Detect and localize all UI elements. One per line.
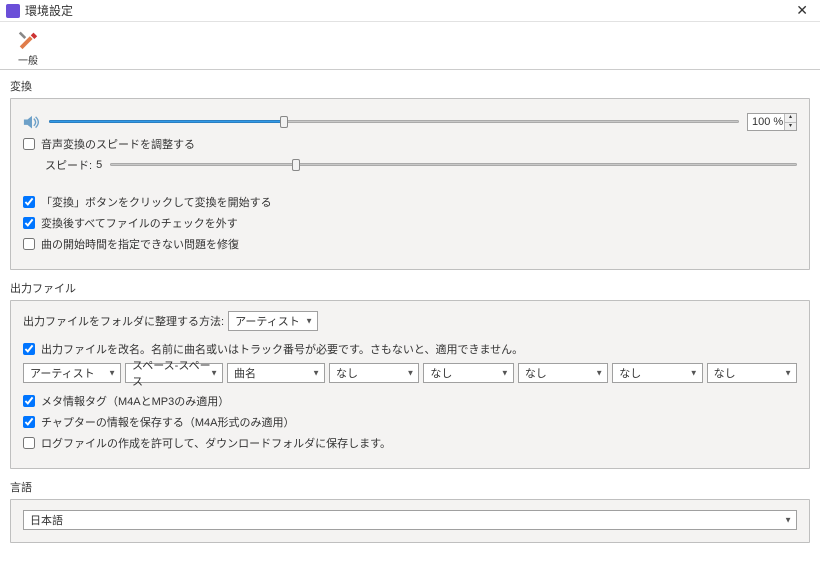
chevron-down-icon: ▼ bbox=[406, 369, 414, 378]
checkbox-meta-tag[interactable] bbox=[23, 395, 35, 407]
checkbox-rename[interactable] bbox=[23, 343, 35, 355]
window-title: 環境設定 bbox=[25, 2, 790, 19]
volume-slider[interactable] bbox=[49, 115, 739, 129]
select-organize[interactable]: アーティスト ▼ bbox=[228, 311, 318, 331]
label-meta-tag: メタ情報タグ（M4AとMP3のみ適用） bbox=[41, 393, 229, 409]
speed-value: 5 bbox=[96, 159, 102, 171]
label-start-on-click: 「変換」ボタンをクリックして変換を開始する bbox=[41, 194, 272, 210]
chevron-down-icon: ▼ bbox=[784, 369, 792, 378]
select-rename-part-7[interactable]: なし▼ bbox=[707, 363, 797, 383]
volume-spin-up[interactable]: ▴ bbox=[785, 114, 796, 123]
label-logfile: ログファイルの作成を許可して、ダウンロードフォルダに保存します。 bbox=[41, 435, 391, 451]
label-uncheck-after: 変換後すべてファイルのチェックを外す bbox=[41, 215, 238, 231]
titlebar: 環境設定 ✕ bbox=[0, 0, 820, 22]
select-language[interactable]: 日本語 ▼ bbox=[23, 510, 797, 530]
volume-spin-down[interactable]: ▾ bbox=[785, 123, 796, 131]
select-rename-part-6[interactable]: なし▼ bbox=[612, 363, 702, 383]
settings-icon bbox=[17, 28, 39, 50]
select-rename-part-2[interactable]: 曲名▼ bbox=[227, 363, 325, 383]
chevron-down-icon: ▼ bbox=[595, 369, 603, 378]
section-label-conversion: 変換 bbox=[10, 78, 810, 94]
label-speed: スピード: bbox=[45, 157, 92, 173]
select-rename-part-5[interactable]: なし▼ bbox=[518, 363, 608, 383]
chevron-down-icon: ▼ bbox=[690, 369, 698, 378]
section-label-output: 出力ファイル bbox=[10, 280, 810, 296]
volume-value: 100 % bbox=[752, 116, 783, 128]
label-fix-start-time: 曲の開始時間を指定できない問題を修復 bbox=[41, 236, 239, 252]
chevron-down-icon: ▼ bbox=[501, 369, 509, 378]
chevron-down-icon: ▼ bbox=[305, 317, 313, 326]
toolbar: 一般 bbox=[0, 22, 820, 70]
tab-general[interactable]: 一般 bbox=[8, 28, 48, 67]
select-rename-part-4[interactable]: なし▼ bbox=[423, 363, 513, 383]
chevron-down-icon: ▼ bbox=[312, 369, 320, 378]
volume-spinner[interactable]: 100 % ▴ ▾ bbox=[747, 113, 797, 131]
label-rename: 出力ファイルを改名。名前に曲名或いはトラック番号が必要です。さもないと、適用でき… bbox=[41, 341, 523, 357]
chevron-down-icon: ▼ bbox=[210, 369, 218, 378]
checkbox-adjust-speed[interactable] bbox=[23, 138, 35, 150]
section-label-language: 言語 bbox=[10, 479, 810, 495]
panel-output: 出力ファイルをフォルダに整理する方法: アーティスト ▼ 出力ファイルを改名。名… bbox=[10, 300, 810, 469]
panel-language: 日本語 ▼ bbox=[10, 499, 810, 543]
select-rename-part-1[interactable]: スペース-スペース▼ bbox=[125, 363, 223, 383]
chevron-down-icon: ▼ bbox=[108, 369, 116, 378]
panel-conversion: 100 % ▴ ▾ 音声変換のスピードを調整する スピード: 5 「変換」ボタン… bbox=[10, 98, 810, 270]
app-icon bbox=[6, 4, 20, 18]
volume-icon bbox=[23, 115, 41, 129]
checkbox-logfile[interactable] bbox=[23, 437, 35, 449]
label-adjust-speed: 音声変換のスピードを調整する bbox=[41, 136, 195, 152]
close-button[interactable]: ✕ bbox=[790, 2, 814, 19]
select-rename-part-3[interactable]: なし▼ bbox=[329, 363, 419, 383]
checkbox-uncheck-after[interactable] bbox=[23, 217, 35, 229]
chevron-down-icon: ▼ bbox=[784, 516, 792, 525]
tab-general-label: 一般 bbox=[18, 52, 38, 67]
label-chapter: チャプターの情報を保存する（M4A形式のみ適用） bbox=[41, 414, 295, 430]
checkbox-start-on-click[interactable] bbox=[23, 196, 35, 208]
checkbox-chapter[interactable] bbox=[23, 416, 35, 428]
checkbox-fix-start-time[interactable] bbox=[23, 238, 35, 250]
speed-slider[interactable] bbox=[110, 158, 797, 172]
select-rename-part-0[interactable]: アーティスト▼ bbox=[23, 363, 121, 383]
label-organize: 出力ファイルをフォルダに整理する方法: bbox=[23, 313, 224, 329]
